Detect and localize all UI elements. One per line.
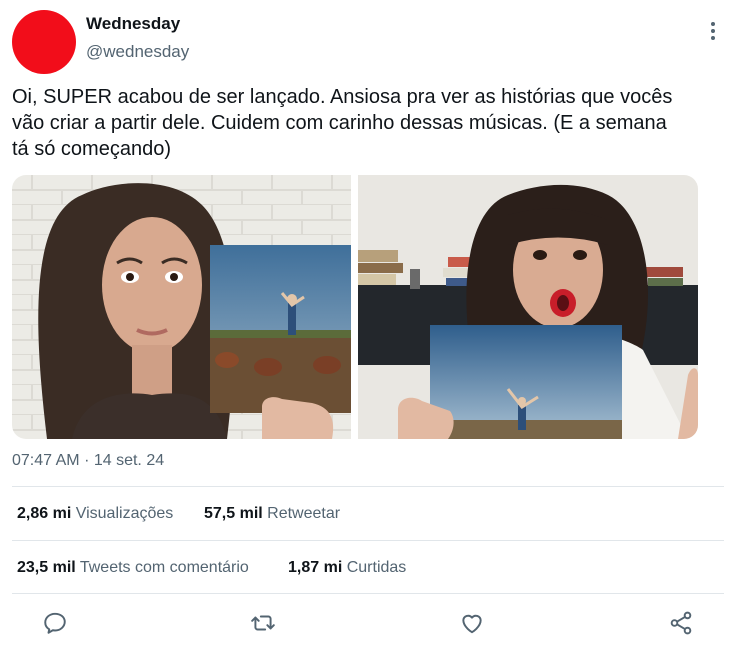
reply-button[interactable] [42,610,68,636]
views-stat: 2,86 mi Visualizações [17,505,173,523]
tweet-photo-left[interactable] [12,175,351,439]
retweet-icon [251,615,275,631]
tweet-text-line: tá só começando) [12,138,171,160]
share-icon [670,611,692,635]
quotes-count: 23,5 mil [17,559,76,576]
heart-icon [462,614,482,634]
retweet-button[interactable] [250,610,276,636]
quotes-label: Tweets com comentário [79,559,249,576]
timestamp-separator: · [84,452,90,469]
likes-label: Curtidas [346,559,407,576]
divider [12,593,724,594]
tweet-text-line: Oi, SUPER acabou de ser lançado. Ansiosa… [12,86,673,108]
display-name[interactable]: Wednesday [86,14,180,34]
tweet-time: 07:47 AM [12,452,80,469]
views-count: 2,86 mi [17,505,72,522]
share-button[interactable] [668,610,694,636]
tweet-date: 14 set. 24 [93,452,165,469]
views-label: Visualizações [75,505,174,522]
tweet-text: Oi, SUPER acabou de ser lançado. Ansiosa… [12,84,732,162]
quotes-stat[interactable]: 23,5 mil Tweets com comentário [17,559,249,577]
tweet-photo-right[interactable] [358,175,698,439]
retweets-label: Retweetar [267,505,341,522]
divider [12,486,724,487]
reply-icon [44,612,66,634]
user-handle[interactable]: @wednesday [86,42,189,62]
divider [12,540,724,541]
tweet-timestamp[interactable]: 07:47 AM · 14 set. 24 [12,452,164,470]
avatar[interactable] [12,10,76,74]
likes-stat[interactable]: 1,87 mi Curtidas [288,559,406,577]
photo-left-image [12,175,351,439]
retweets-stat[interactable]: 57,5 mil Retweetar [204,505,340,523]
tweet-text-line: vão criar a partir dele. Cuidem com cari… [12,112,667,134]
more-vertical-icon[interactable] [710,22,716,42]
retweets-count: 57,5 mil [204,505,263,522]
like-button[interactable] [459,610,485,636]
photo-right-image [358,175,698,439]
likes-count: 1,87 mi [288,559,343,576]
photo-grid [12,175,698,439]
